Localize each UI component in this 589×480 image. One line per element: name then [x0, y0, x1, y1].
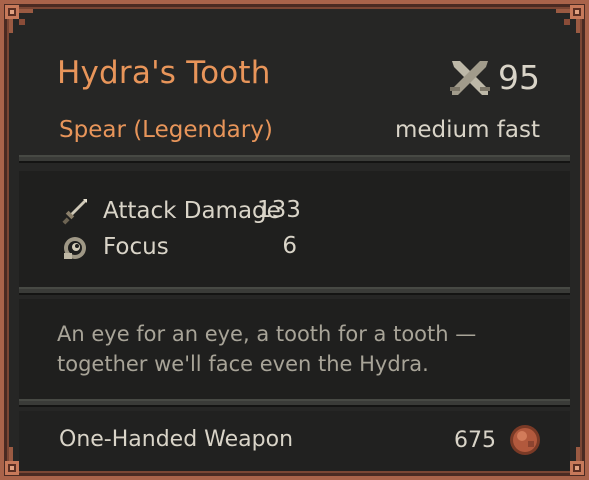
item-name: Hydra's Tooth [57, 55, 271, 91]
description-panel: An eye for an eye, a tooth for a tooth —… [19, 299, 570, 403]
stat-row-attack-damage: Attack Damage [61, 197, 281, 225]
weapon-category: One-Handed Weapon [59, 427, 294, 452]
tooltip-frame-inner: Hydra's Tooth 95 Spear (Legendary) mediu… [4, 4, 585, 476]
sword-icon [62, 199, 87, 225]
item-footer: One-Handed Weapon 675 [19, 411, 570, 471]
stat-label: Focus [103, 234, 169, 260]
weight-value: 95 [498, 57, 540, 97]
item-type-line: Spear (Legendary) [59, 117, 273, 143]
item-tooltip: Hydra's Tooth 95 Spear (Legendary) mediu… [5, 5, 584, 475]
attack-speed: medium fast [394, 117, 540, 143]
stat-row-focus: Focus [61, 233, 169, 261]
spiral-focus-icon [64, 237, 86, 259]
section-divider [19, 287, 570, 295]
stat-label: Attack Damage [103, 198, 281, 224]
item-header: Hydra's Tooth 95 Spear (Legendary) mediu… [19, 17, 570, 159]
stat-value-attack-damage: 133 [257, 197, 301, 223]
copper-coin-icon [510, 425, 540, 455]
stats-panel: Attack Damage 133 Focus 6 [19, 171, 570, 291]
section-divider [19, 155, 570, 163]
price: 675 [454, 423, 542, 457]
stat-value-focus: 6 [282, 233, 297, 259]
price-value: 675 [454, 427, 496, 453]
section-divider [19, 399, 570, 407]
item-description: An eye for an eye, a tooth for a tooth —… [57, 322, 477, 376]
weight-stat: 95 [448, 57, 540, 97]
tooltip-frame: Hydra's Tooth 95 Spear (Legendary) mediu… [0, 0, 589, 480]
crossed-weapons-icon [450, 61, 490, 95]
